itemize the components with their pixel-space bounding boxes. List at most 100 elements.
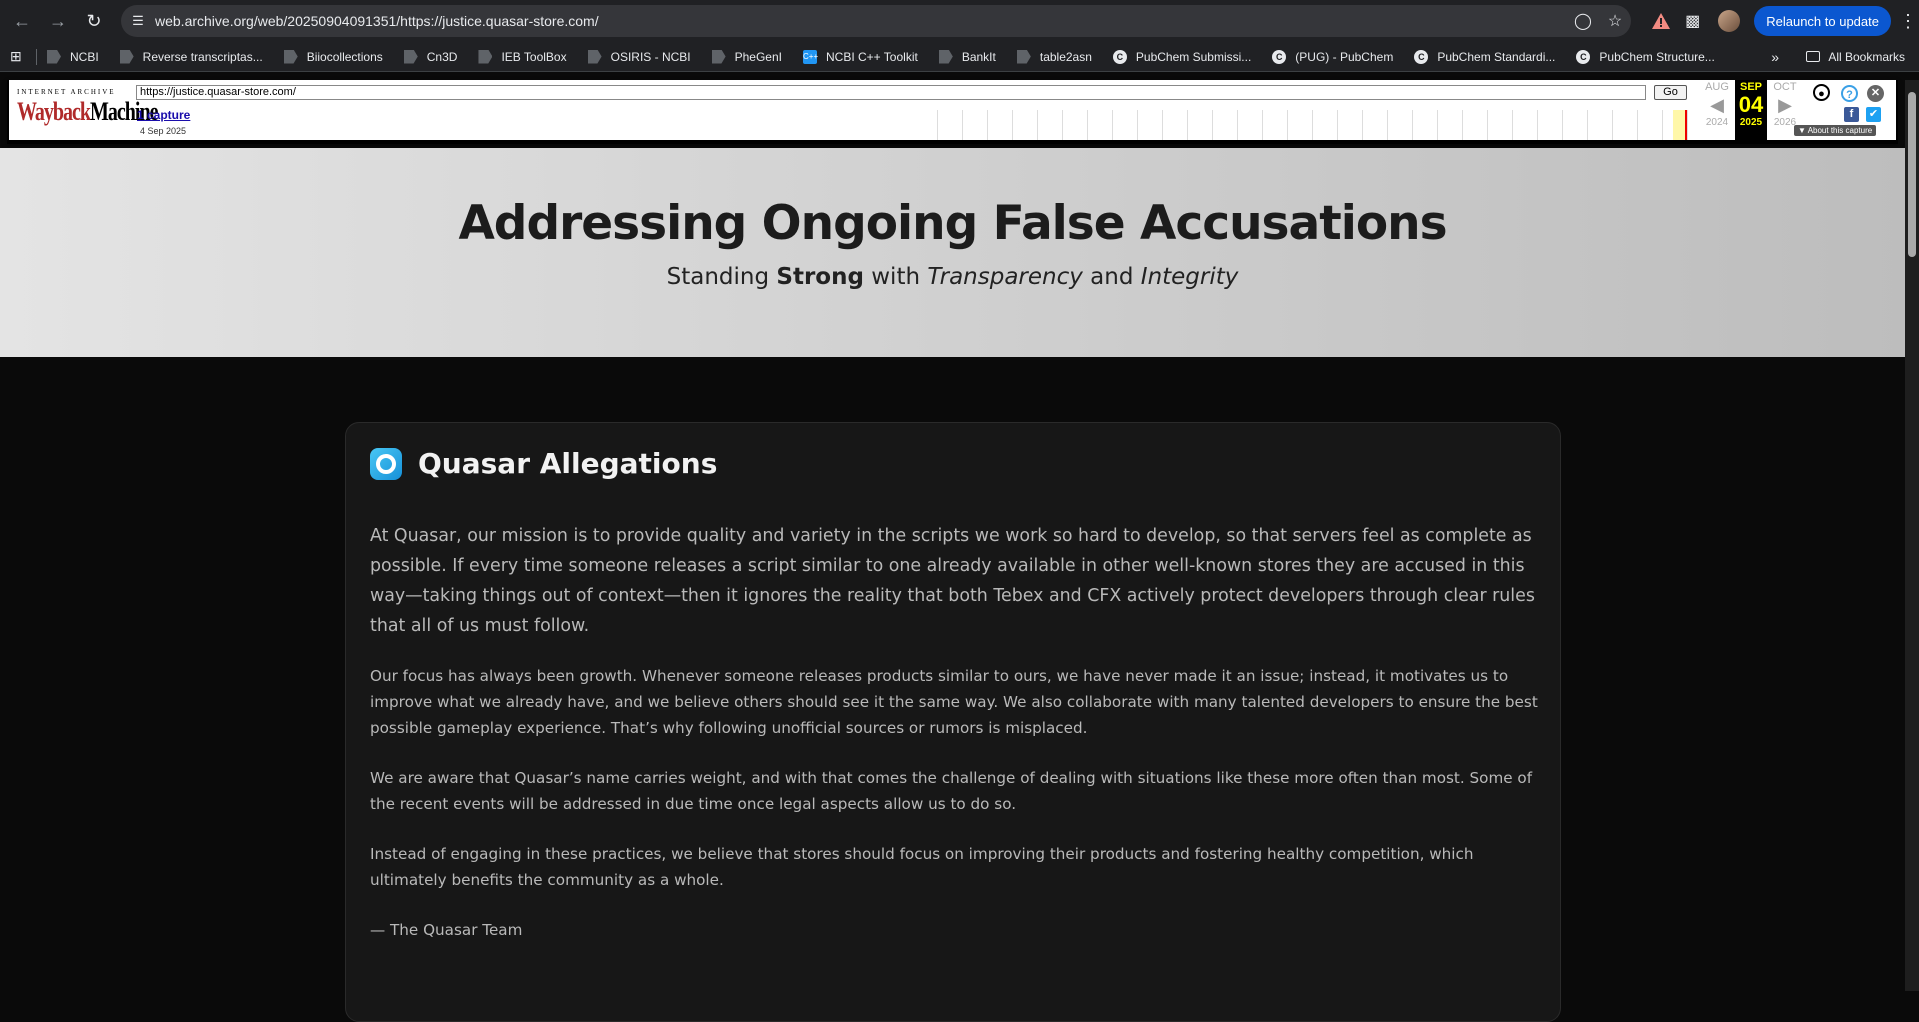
current-year-label: 2025 xyxy=(1739,117,1763,128)
address-bar[interactable]: ☰ web.archive.org/web/20250904091351/htt… xyxy=(121,5,1631,37)
more-menu-icon[interactable]: ⋮ xyxy=(1897,11,1919,32)
bookmark-page-icon xyxy=(403,49,418,64)
body-paragraph: Our focus has always been growth. Whenev… xyxy=(370,667,1538,737)
bookmark-label: Biiocollections xyxy=(306,49,383,64)
pubchem-icon: C xyxy=(1112,49,1127,64)
subtitle-strong: Strong xyxy=(776,264,864,290)
bookmark-page-icon xyxy=(478,49,493,64)
sparkline-capture-marker xyxy=(1685,110,1687,140)
bookmark-page-icon xyxy=(711,49,726,64)
relaunch-button[interactable]: Relaunch to update xyxy=(1754,6,1891,36)
bookmark-label: Reverse transcriptas... xyxy=(142,49,263,64)
bookmark-label: table2asn xyxy=(1039,49,1092,64)
forward-arrow-icon[interactable]: → xyxy=(40,3,76,39)
hero-banner: Addressing Ongoing False Accusations Sta… xyxy=(0,148,1905,357)
bookmark-item[interactable]: BankIt xyxy=(938,49,996,64)
bookmark-item[interactable]: Cn3D xyxy=(403,49,458,64)
capture-sparkline[interactable] xyxy=(937,110,1697,140)
card-title: Quasar Allegations xyxy=(418,447,718,480)
bookmark-label: PubChem Submissi... xyxy=(1135,49,1252,64)
site-info-icon[interactable]: ☰ xyxy=(121,13,155,29)
subtitle-part: and xyxy=(1082,264,1141,290)
bookmark-page-icon xyxy=(119,49,134,64)
subtitle-part: with xyxy=(863,264,928,290)
card-body: At Quasar, our mission is to provide qua… xyxy=(370,521,1540,943)
account-icon[interactable]: ● xyxy=(1813,84,1830,101)
prev-month-column[interactable]: AUG ◀ 2024 xyxy=(1699,80,1735,140)
prev-arrow-icon[interactable]: ◀ xyxy=(1699,93,1735,117)
captures-link[interactable]: 1 capture xyxy=(137,108,190,122)
next-arrow-icon[interactable]: ▶ xyxy=(1767,93,1803,117)
all-bookmarks-button[interactable]: All Bookmarks xyxy=(1806,50,1905,64)
bookmark-item[interactable]: C PubChem Structure... xyxy=(1576,49,1715,64)
current-day-label: 04 xyxy=(1738,92,1764,117)
wayback-url-input[interactable]: https://justice.quasar-store.com/ xyxy=(136,85,1646,100)
cpp-toolkit-icon: C++ xyxy=(803,49,818,64)
facebook-icon[interactable]: f xyxy=(1844,107,1859,122)
bookmark-item[interactable]: NCBI xyxy=(47,49,99,64)
bookmark-label: BankIt xyxy=(961,49,996,64)
about-capture-button[interactable]: ▼ About this capture xyxy=(1794,125,1877,136)
apps-grid-icon[interactable]: ⊞ xyxy=(10,48,32,65)
bookmark-item[interactable]: C PubChem Standardi... xyxy=(1414,49,1555,64)
bookmark-label: NCBI xyxy=(70,49,99,64)
more-bookmarks-icon[interactable]: » xyxy=(1771,49,1779,65)
wayback-machine-wordmark: WaybackMachine xyxy=(17,98,158,127)
current-capture-column: SEP 04 2025 xyxy=(1735,80,1767,140)
address-bar-url[interactable]: web.archive.org/web/20250904091351/https… xyxy=(155,13,1567,29)
bookmark-label: IEB ToolBox xyxy=(501,49,567,64)
pubchem-icon: C xyxy=(1272,49,1287,64)
help-icon[interactable]: ? xyxy=(1841,85,1858,102)
wayback-logo[interactable]: INTERNET ARCHIVE WaybackMachine xyxy=(17,88,158,127)
bookmark-item[interactable]: Reverse transcriptas... xyxy=(119,49,263,64)
page-scrollbar[interactable] xyxy=(1905,80,1919,991)
bookmark-item[interactable]: C++ NCBI C++ Toolkit xyxy=(803,49,918,64)
bookmarks-list: NCBI Reverse transcriptas... Biiocollectio… xyxy=(47,49,1736,64)
bookmark-item[interactable]: C (PUG) - PubChem xyxy=(1272,49,1394,64)
back-arrow-icon[interactable]: ← xyxy=(4,3,40,39)
signature: — The Quasar Team xyxy=(370,921,523,939)
wayback-go-button[interactable]: Go xyxy=(1654,85,1687,100)
bookmark-label: NCBI C++ Toolkit xyxy=(826,49,918,64)
body-paragraph: We are aware that Quasar’s name carries … xyxy=(370,769,1533,813)
puzzle-icon[interactable]: ▩ xyxy=(1685,11,1700,31)
bookmark-item[interactable]: PheGenI xyxy=(711,49,782,64)
main-content: Quasar Allegations At Quasar, our missio… xyxy=(0,357,1905,1022)
page-title: Addressing Ongoing False Accusations xyxy=(458,196,1447,251)
close-icon[interactable]: ✕ xyxy=(1867,85,1884,102)
bookmark-item[interactable]: IEB ToolBox xyxy=(478,49,567,64)
bookmark-item[interactable]: OSIRIS - NCBI xyxy=(587,49,691,64)
profile-avatar[interactable] xyxy=(1718,10,1741,32)
bookmark-page-icon xyxy=(283,49,298,64)
bookmark-label: PubChem Structure... xyxy=(1599,49,1715,64)
bookmark-label: Cn3D xyxy=(426,49,458,64)
wayback-toolbar: INTERNET ARCHIVE WaybackMachine https://… xyxy=(7,80,1898,144)
subtitle-integrity: Integrity xyxy=(1140,264,1239,290)
bookmark-page-icon xyxy=(938,49,953,64)
twitter-icon[interactable]: ✔ xyxy=(1866,107,1881,122)
lead-paragraph: At Quasar, our mission is to provide qua… xyxy=(370,526,1535,636)
browser-toolbar: ← → ↻ ☰ web.archive.org/web/202509040913… xyxy=(0,0,1919,42)
bookmark-label: OSIRIS - NCBI xyxy=(610,49,691,64)
quasar-logo-icon xyxy=(370,447,402,480)
bookmark-page-icon xyxy=(587,49,602,64)
scrollbar-thumb[interactable] xyxy=(1908,92,1916,257)
bookmark-item[interactable]: Biiocollections xyxy=(283,49,383,64)
bookmark-item[interactable]: table2asn xyxy=(1016,49,1092,64)
all-bookmarks-label: All Bookmarks xyxy=(1828,49,1905,64)
folder-icon xyxy=(1806,51,1821,62)
warning-icon[interactable] xyxy=(1651,12,1671,30)
prev-month-label: AUG xyxy=(1705,81,1729,93)
bookmark-label: PheGenI xyxy=(734,49,782,64)
performance-icon[interactable]: ◯ xyxy=(1567,11,1599,31)
bookmark-star-icon[interactable]: ☆ xyxy=(1599,11,1631,31)
pubchem-icon: C xyxy=(1414,49,1429,64)
bookmark-page-icon xyxy=(47,49,61,64)
bookmarks-bar: ⊞ NCBI Reverse transcriptas... Biiocollect… xyxy=(0,42,1919,72)
prev-year-label: 2024 xyxy=(1705,117,1729,128)
bookmarks-divider xyxy=(36,48,37,65)
body-paragraph: Instead of engaging in these practices, … xyxy=(370,845,1474,889)
bookmark-item[interactable]: C PubChem Submissi... xyxy=(1112,49,1252,64)
bookmark-label: (PUG) - PubChem xyxy=(1295,49,1394,64)
reload-icon[interactable]: ↻ xyxy=(76,3,112,39)
